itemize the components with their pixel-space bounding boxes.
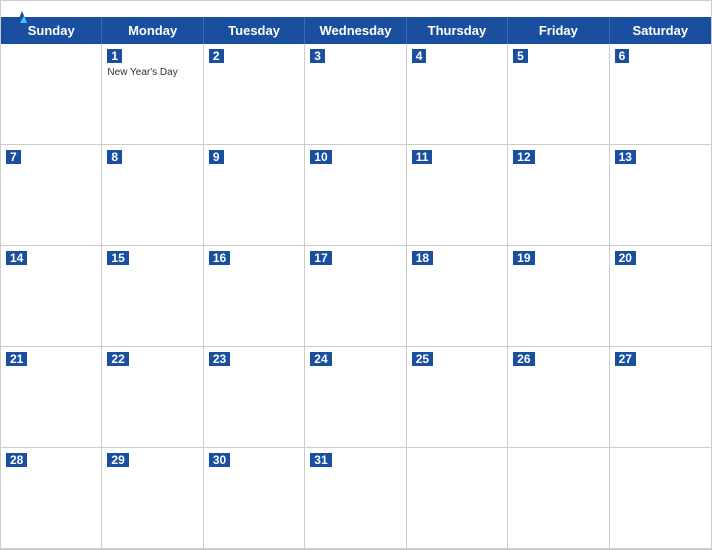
day-number: 24 [310, 352, 331, 366]
day-number: 28 [6, 453, 27, 467]
day-cell: 25 [407, 347, 508, 448]
day-number: 13 [615, 150, 636, 164]
day-cell [407, 448, 508, 549]
day-cell: 11 [407, 145, 508, 246]
day-cell: 19 [508, 246, 609, 347]
day-number: 25 [412, 352, 433, 366]
day-cell: 31 [305, 448, 406, 549]
day-cell: 30 [204, 448, 305, 549]
day-cell: 7 [1, 145, 102, 246]
day-number: 4 [412, 49, 427, 63]
day-cell: 27 [610, 347, 711, 448]
day-cell: 24 [305, 347, 406, 448]
day-header-thursday: Thursday [407, 17, 508, 44]
day-number: 3 [310, 49, 325, 63]
day-number: 23 [209, 352, 230, 366]
day-number: 1 [107, 49, 122, 63]
day-cell: 20 [610, 246, 711, 347]
day-cell [1, 44, 102, 145]
day-number: 16 [209, 251, 230, 265]
day-number: 17 [310, 251, 331, 265]
day-header-monday: Monday [102, 17, 203, 44]
day-number: 14 [6, 251, 27, 265]
day-number: 20 [615, 251, 636, 265]
day-cell: 10 [305, 145, 406, 246]
day-cell: 18 [407, 246, 508, 347]
day-number: 27 [615, 352, 636, 366]
day-cell: 23 [204, 347, 305, 448]
day-number: 30 [209, 453, 230, 467]
day-number: 19 [513, 251, 534, 265]
day-cell: 14 [1, 246, 102, 347]
logo-triangle-icon [15, 9, 29, 25]
day-cell: 22 [102, 347, 203, 448]
day-number: 26 [513, 352, 534, 366]
day-number: 8 [107, 150, 122, 164]
day-number: 21 [6, 352, 27, 366]
day-cell: 16 [204, 246, 305, 347]
day-number: 6 [615, 49, 630, 63]
day-cell: 1 New Year's Day [102, 44, 203, 145]
day-cell: 8 [102, 145, 203, 246]
day-cell: 2 [204, 44, 305, 145]
day-cell [508, 448, 609, 549]
day-number: 11 [412, 150, 433, 164]
day-cell: 26 [508, 347, 609, 448]
day-number: 2 [209, 49, 224, 63]
day-cell: 17 [305, 246, 406, 347]
day-number: 22 [107, 352, 128, 366]
day-cell: 29 [102, 448, 203, 549]
day-cell [610, 448, 711, 549]
day-cell: 15 [102, 246, 203, 347]
day-header-saturday: Saturday [610, 17, 711, 44]
day-number: 10 [310, 150, 331, 164]
day-number: 7 [6, 150, 21, 164]
calendar-grid: 1New Year's Day2345678910111213141516171… [1, 44, 711, 549]
day-number: 15 [107, 251, 128, 265]
day-number: 31 [310, 453, 331, 467]
day-header-wednesday: Wednesday [305, 17, 406, 44]
day-cell: 9 [204, 145, 305, 246]
day-cell: 5 [508, 44, 609, 145]
day-cell: 12 [508, 145, 609, 246]
day-cell: 6 [610, 44, 711, 145]
logo [13, 9, 29, 25]
day-cell: 28 [1, 448, 102, 549]
event-label: New Year's Day [107, 67, 197, 78]
day-number: 18 [412, 251, 433, 265]
calendar-header [1, 1, 711, 17]
day-headers-row: SundayMondayTuesdayWednesdayThursdayFrid… [1, 17, 711, 44]
day-cell: 13 [610, 145, 711, 246]
day-header-friday: Friday [508, 17, 609, 44]
day-number: 12 [513, 150, 534, 164]
day-number: 29 [107, 453, 128, 467]
day-cell: 4 [407, 44, 508, 145]
day-cell: 21 [1, 347, 102, 448]
calendar-container: SundayMondayTuesdayWednesdayThursdayFrid… [0, 0, 712, 550]
day-number: 5 [513, 49, 528, 63]
day-cell: 3 [305, 44, 406, 145]
day-number: 9 [209, 150, 224, 164]
day-header-tuesday: Tuesday [204, 17, 305, 44]
